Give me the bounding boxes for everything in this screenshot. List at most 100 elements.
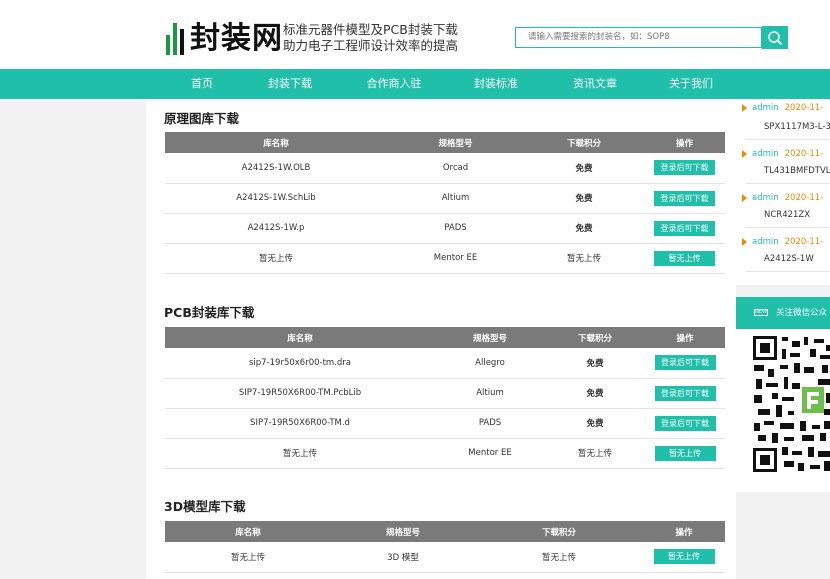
- nav-item-about-us[interactable]: 关于我们: [669, 69, 713, 99]
- site-slogan: 标准元器件模型及PCB封装下载 助力电子工程师设计效率的提高: [283, 22, 458, 54]
- search-input[interactable]: 请输入需要搜索的封装名，如：SOP8: [515, 27, 762, 48]
- table-row: A2412S-1W.p PADS 免费 登录后可下载: [165, 213, 725, 244]
- sidebar-recent-list: admin 2020-11- SPX1117M3-L-3- admin 2020-1…: [736, 99, 830, 285]
- lib-name: 暂无上传: [165, 243, 387, 274]
- lib-name: A2412S-1W.OLB: [165, 153, 387, 184]
- logo-text: 封装网: [190, 21, 283, 56]
- section-title-pcb: PCB封装库下载: [164, 305, 255, 320]
- wechat-title: 关注微信公众: [776, 308, 828, 318]
- col-header-points: 下载积分: [545, 327, 645, 348]
- new-badge: NEW: [754, 309, 768, 316]
- site-logo[interactable]: 封装网: [166, 20, 283, 58]
- search-button[interactable]: [762, 26, 788, 49]
- pcb-download-table: 库名称 规格型号 下载积分 操作 sip7-19r50x6r00-tm.dra …: [165, 327, 725, 469]
- divider: [746, 139, 830, 140]
- recent-author: admin: [752, 193, 779, 203]
- lib-spec: Orcad: [387, 153, 524, 184]
- col-header-points: 下载积分: [524, 132, 644, 153]
- triangle-right-icon: [742, 194, 747, 202]
- table-header-row: 库名称 规格型号 下载积分 操作: [165, 327, 725, 348]
- col-header-spec: 规格型号: [331, 521, 475, 542]
- col-header-action: 操作: [644, 132, 725, 153]
- lib-spec: PADS: [435, 408, 545, 439]
- table-row: SIP7-19R50X6R00-TM.PcbLib Altium 免费 登录后可…: [165, 378, 725, 409]
- col-header-action: 操作: [643, 521, 725, 542]
- login-download-button[interactable]: 登录后可下载: [654, 415, 716, 431]
- section-title-schematic: 原理图库下载: [164, 111, 240, 126]
- lib-spec: Allegro: [435, 348, 545, 379]
- triangle-right-icon: [742, 150, 747, 158]
- recent-date: 2020-11-: [784, 103, 824, 113]
- lib-name: 暂无上传: [165, 542, 331, 573]
- triangle-right-icon: [742, 104, 747, 112]
- wechat-header: NEW 关注微信公众: [736, 297, 830, 329]
- lib-points: 免费: [524, 153, 644, 184]
- not-uploaded-button[interactable]: 暂无上传: [654, 250, 715, 266]
- lib-spec: Altium: [387, 183, 524, 214]
- table-row: 暂无上传 Mentor EE 暂无上传 暂无上传: [165, 243, 725, 274]
- divider: [746, 271, 830, 272]
- nav-item-package-standard[interactable]: 封装标准: [474, 69, 518, 99]
- col-header-spec: 规格型号: [435, 327, 545, 348]
- schematic-download-table: 库名称 规格型号 下载积分 操作 A2412S-1W.OLB Orcad 免费 …: [165, 132, 725, 274]
- nav-item-home[interactable]: 首页: [191, 69, 213, 99]
- lib-points: 免费: [545, 408, 645, 439]
- lib-points: 暂无上传: [545, 438, 645, 469]
- recent-date: 2020-11-: [784, 149, 824, 159]
- recent-name[interactable]: NCR421ZX: [764, 210, 810, 220]
- lib-name: SIP7-19R50X6R00-TM.PcbLib: [165, 378, 435, 409]
- table-row: 暂无上传 Mentor EE 暂无上传 暂无上传: [165, 438, 725, 469]
- qr-code-icon: [752, 335, 830, 475]
- lib-points: 暂无上传: [524, 243, 644, 274]
- search-icon: [768, 30, 783, 45]
- recent-date: 2020-11-: [784, 193, 824, 203]
- lib-name: sip7-19r50x6r00-tm.dra: [165, 348, 435, 379]
- lib-name: A2412S-1W.SchLib: [165, 183, 387, 214]
- table-header-row: 库名称 规格型号 下载积分 操作: [165, 132, 725, 153]
- recent-name[interactable]: SPX1117M3-L-3-: [764, 122, 830, 132]
- col-header-name: 库名称: [165, 521, 331, 542]
- table-header-row: 库名称 规格型号 下载积分 操作: [165, 521, 725, 542]
- not-uploaded-button[interactable]: 暂无上传: [654, 445, 716, 461]
- lib-points: 免费: [524, 213, 644, 244]
- col-header-name: 库名称: [165, 327, 435, 348]
- login-download-button[interactable]: 登录后可下载: [654, 385, 716, 401]
- col-header-name: 库名称: [165, 132, 387, 153]
- lib-spec: PADS: [387, 213, 524, 244]
- lib-points: 暂无上传: [475, 542, 643, 573]
- lib-spec: Mentor EE: [435, 438, 545, 469]
- site-header: 封装网 标准元器件模型及PCB封装下载 助力电子工程师设计效率的提高 请输入需要…: [0, 0, 830, 69]
- divider: [746, 227, 830, 228]
- recent-author: admin: [752, 103, 779, 113]
- lib-name: 暂无上传: [165, 438, 435, 469]
- section-title-3d: 3D模型库下载: [164, 499, 246, 514]
- col-header-points: 下载积分: [475, 521, 643, 542]
- login-download-button[interactable]: 登录后可下载: [654, 160, 715, 176]
- nav-item-partner-join[interactable]: 合作商入驻: [367, 69, 422, 99]
- lib-name: SIP7-19R50X6R00-TM.d: [165, 408, 435, 439]
- lib-points: 免费: [524, 183, 644, 214]
- recent-name[interactable]: TL431BMFDTVL: [764, 166, 830, 176]
- not-uploaded-button[interactable]: 暂无上传: [653, 549, 715, 565]
- 3d-model-download-table: 库名称 规格型号 下载积分 操作 暂无上传 3D 模型 暂无上传 暂无上传: [165, 521, 725, 573]
- lib-spec: Altium: [435, 378, 545, 409]
- sidebar-wechat: NEW 关注微信公众: [736, 297, 830, 492]
- col-header-spec: 规格型号: [387, 132, 524, 153]
- slogan-line-2: 助力电子工程师设计效率的提高: [283, 38, 459, 53]
- lib-spec: 3D 模型: [331, 542, 475, 573]
- nav-item-package-download[interactable]: 封装下载: [268, 69, 312, 99]
- triangle-right-icon: [742, 238, 747, 246]
- login-download-button[interactable]: 登录后可下载: [654, 220, 715, 236]
- main-content: 原理图库下载 库名称 规格型号 下载积分 操作 A2412S-1W.OLB Or…: [146, 99, 736, 579]
- table-row: 暂无上传 3D 模型 暂无上传 暂无上传: [165, 542, 725, 573]
- recent-author: admin: [752, 149, 779, 159]
- nav-item-news[interactable]: 资讯文章: [573, 69, 617, 99]
- recent-author: admin: [752, 237, 779, 247]
- lib-name: A2412S-1W.p: [165, 213, 387, 244]
- col-header-action: 操作: [645, 327, 725, 348]
- login-download-button[interactable]: 登录后可下载: [654, 190, 715, 206]
- login-download-button[interactable]: 登录后可下载: [654, 355, 716, 371]
- recent-name[interactable]: A2412S-1W: [764, 254, 814, 264]
- slogan-line-1: 标准元器件模型及PCB封装下载: [283, 22, 458, 37]
- lib-points: 免费: [545, 378, 645, 409]
